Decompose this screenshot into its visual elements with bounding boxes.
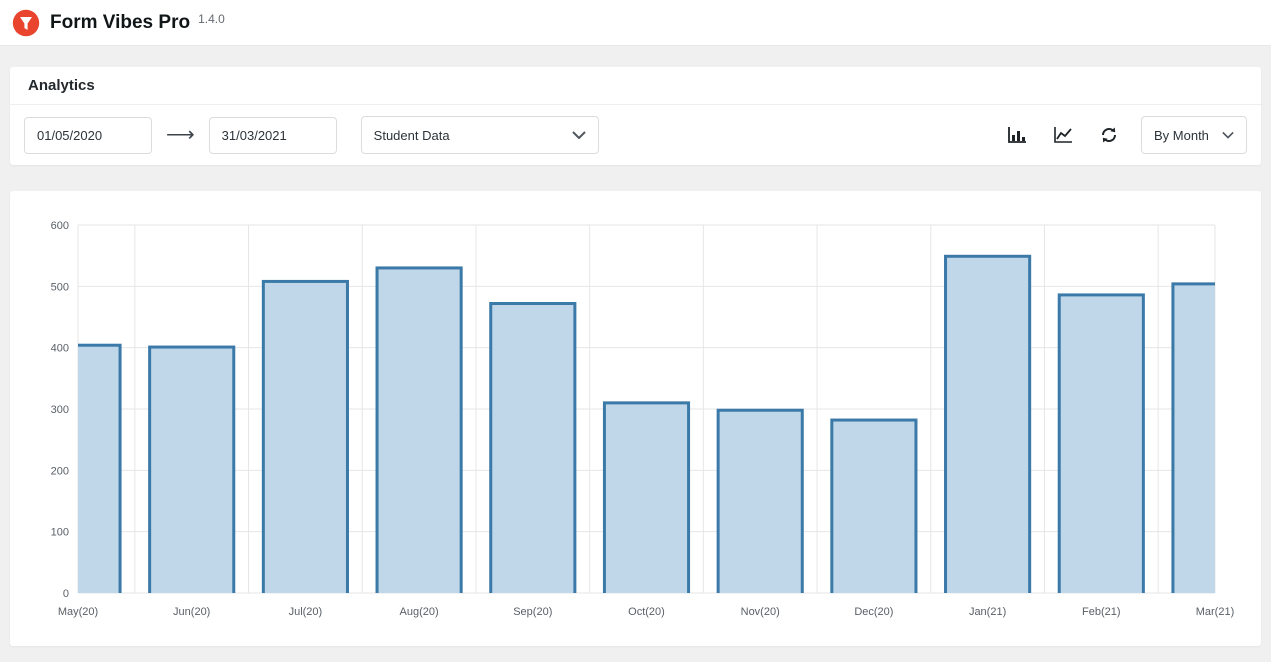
bar-Nov(20)[interactable] <box>716 408 804 596</box>
bar-Oct(20)[interactable] <box>602 401 691 596</box>
bar-Aug(20)[interactable] <box>375 266 463 596</box>
analytics-page: Analytics ⟶ Student Data <box>0 46 1271 662</box>
bar-Jul(20)[interactable] <box>261 279 349 596</box>
line-chart-view-button[interactable] <box>1047 122 1079 148</box>
svg-text:Feb(21): Feb(21) <box>1082 606 1121 618</box>
svg-text:Aug(20): Aug(20) <box>400 606 439 618</box>
refresh-button[interactable] <box>1093 121 1125 149</box>
chart-card: 0 100 200 300 400 500 600 May(20) Jun(20) Jul(20)… <box>10 191 1261 646</box>
plugin-header: Form Vibes Pro 1.4.0 <box>0 0 1271 46</box>
panel-title: Analytics <box>10 67 1261 105</box>
svg-text:Sep(20): Sep(20) <box>513 606 552 618</box>
long-right-arrow-icon: ⟶ <box>166 124 195 146</box>
group-by-select[interactable]: By Month <box>1141 116 1247 154</box>
bar-Jun(20)[interactable] <box>148 345 236 596</box>
svg-text:Jul(20): Jul(20) <box>289 606 323 618</box>
line-chart-icon <box>1053 126 1073 144</box>
svg-text:Jun(20): Jun(20) <box>173 606 210 618</box>
date-to-input[interactable] <box>208 116 337 154</box>
bar-Feb(21)[interactable] <box>1057 293 1145 596</box>
bar-Mar(21)[interactable] <box>1171 282 1243 596</box>
svg-text:Mar(21): Mar(21) <box>1196 606 1235 618</box>
bar-Sep(20)[interactable] <box>489 302 577 596</box>
page-title: Form Vibes Pro <box>50 11 191 33</box>
bar-Dec(20)[interactable] <box>830 418 918 596</box>
svg-text:0: 0 <box>63 588 69 600</box>
group-by-value: By Month <box>1154 127 1209 143</box>
svg-text:400: 400 <box>51 343 69 355</box>
svg-text:May(20): May(20) <box>58 606 98 618</box>
date-from-input[interactable] <box>24 116 152 154</box>
bar-chart-icon <box>1007 126 1027 144</box>
chevron-down-icon <box>1222 131 1234 139</box>
version-label: 1.4.0 <box>198 11 225 26</box>
analytics-panel: Analytics ⟶ Student Data <box>10 67 1261 165</box>
svg-text:600: 600 <box>51 220 69 232</box>
svg-text:Oct(20): Oct(20) <box>628 606 665 618</box>
data-source-select[interactable]: Student Data <box>360 116 599 154</box>
bar-chart-view-button[interactable] <box>1001 122 1033 148</box>
svg-text:100: 100 <box>51 527 69 539</box>
analytics-bar-chart[interactable]: 0 100 200 300 400 500 600 May(20) Jun(20) Jul(20)… <box>28 211 1243 631</box>
form-vibes-logo-icon <box>12 9 40 37</box>
svg-text:300: 300 <box>51 404 69 416</box>
bar-Jan(21)[interactable] <box>944 254 1032 596</box>
refresh-icon <box>1099 125 1119 145</box>
svg-text:Dec(20): Dec(20) <box>854 606 893 618</box>
data-source-value: Student Data <box>373 127 450 143</box>
svg-text:500: 500 <box>51 281 69 293</box>
chevron-down-icon <box>571 131 586 139</box>
bar-May(20)[interactable] <box>36 343 122 596</box>
svg-text:Jan(21): Jan(21) <box>969 606 1006 618</box>
svg-text:200: 200 <box>51 465 69 477</box>
analytics-toolbar: ⟶ Student Data <box>10 105 1261 165</box>
svg-text:Nov(20): Nov(20) <box>741 606 780 618</box>
